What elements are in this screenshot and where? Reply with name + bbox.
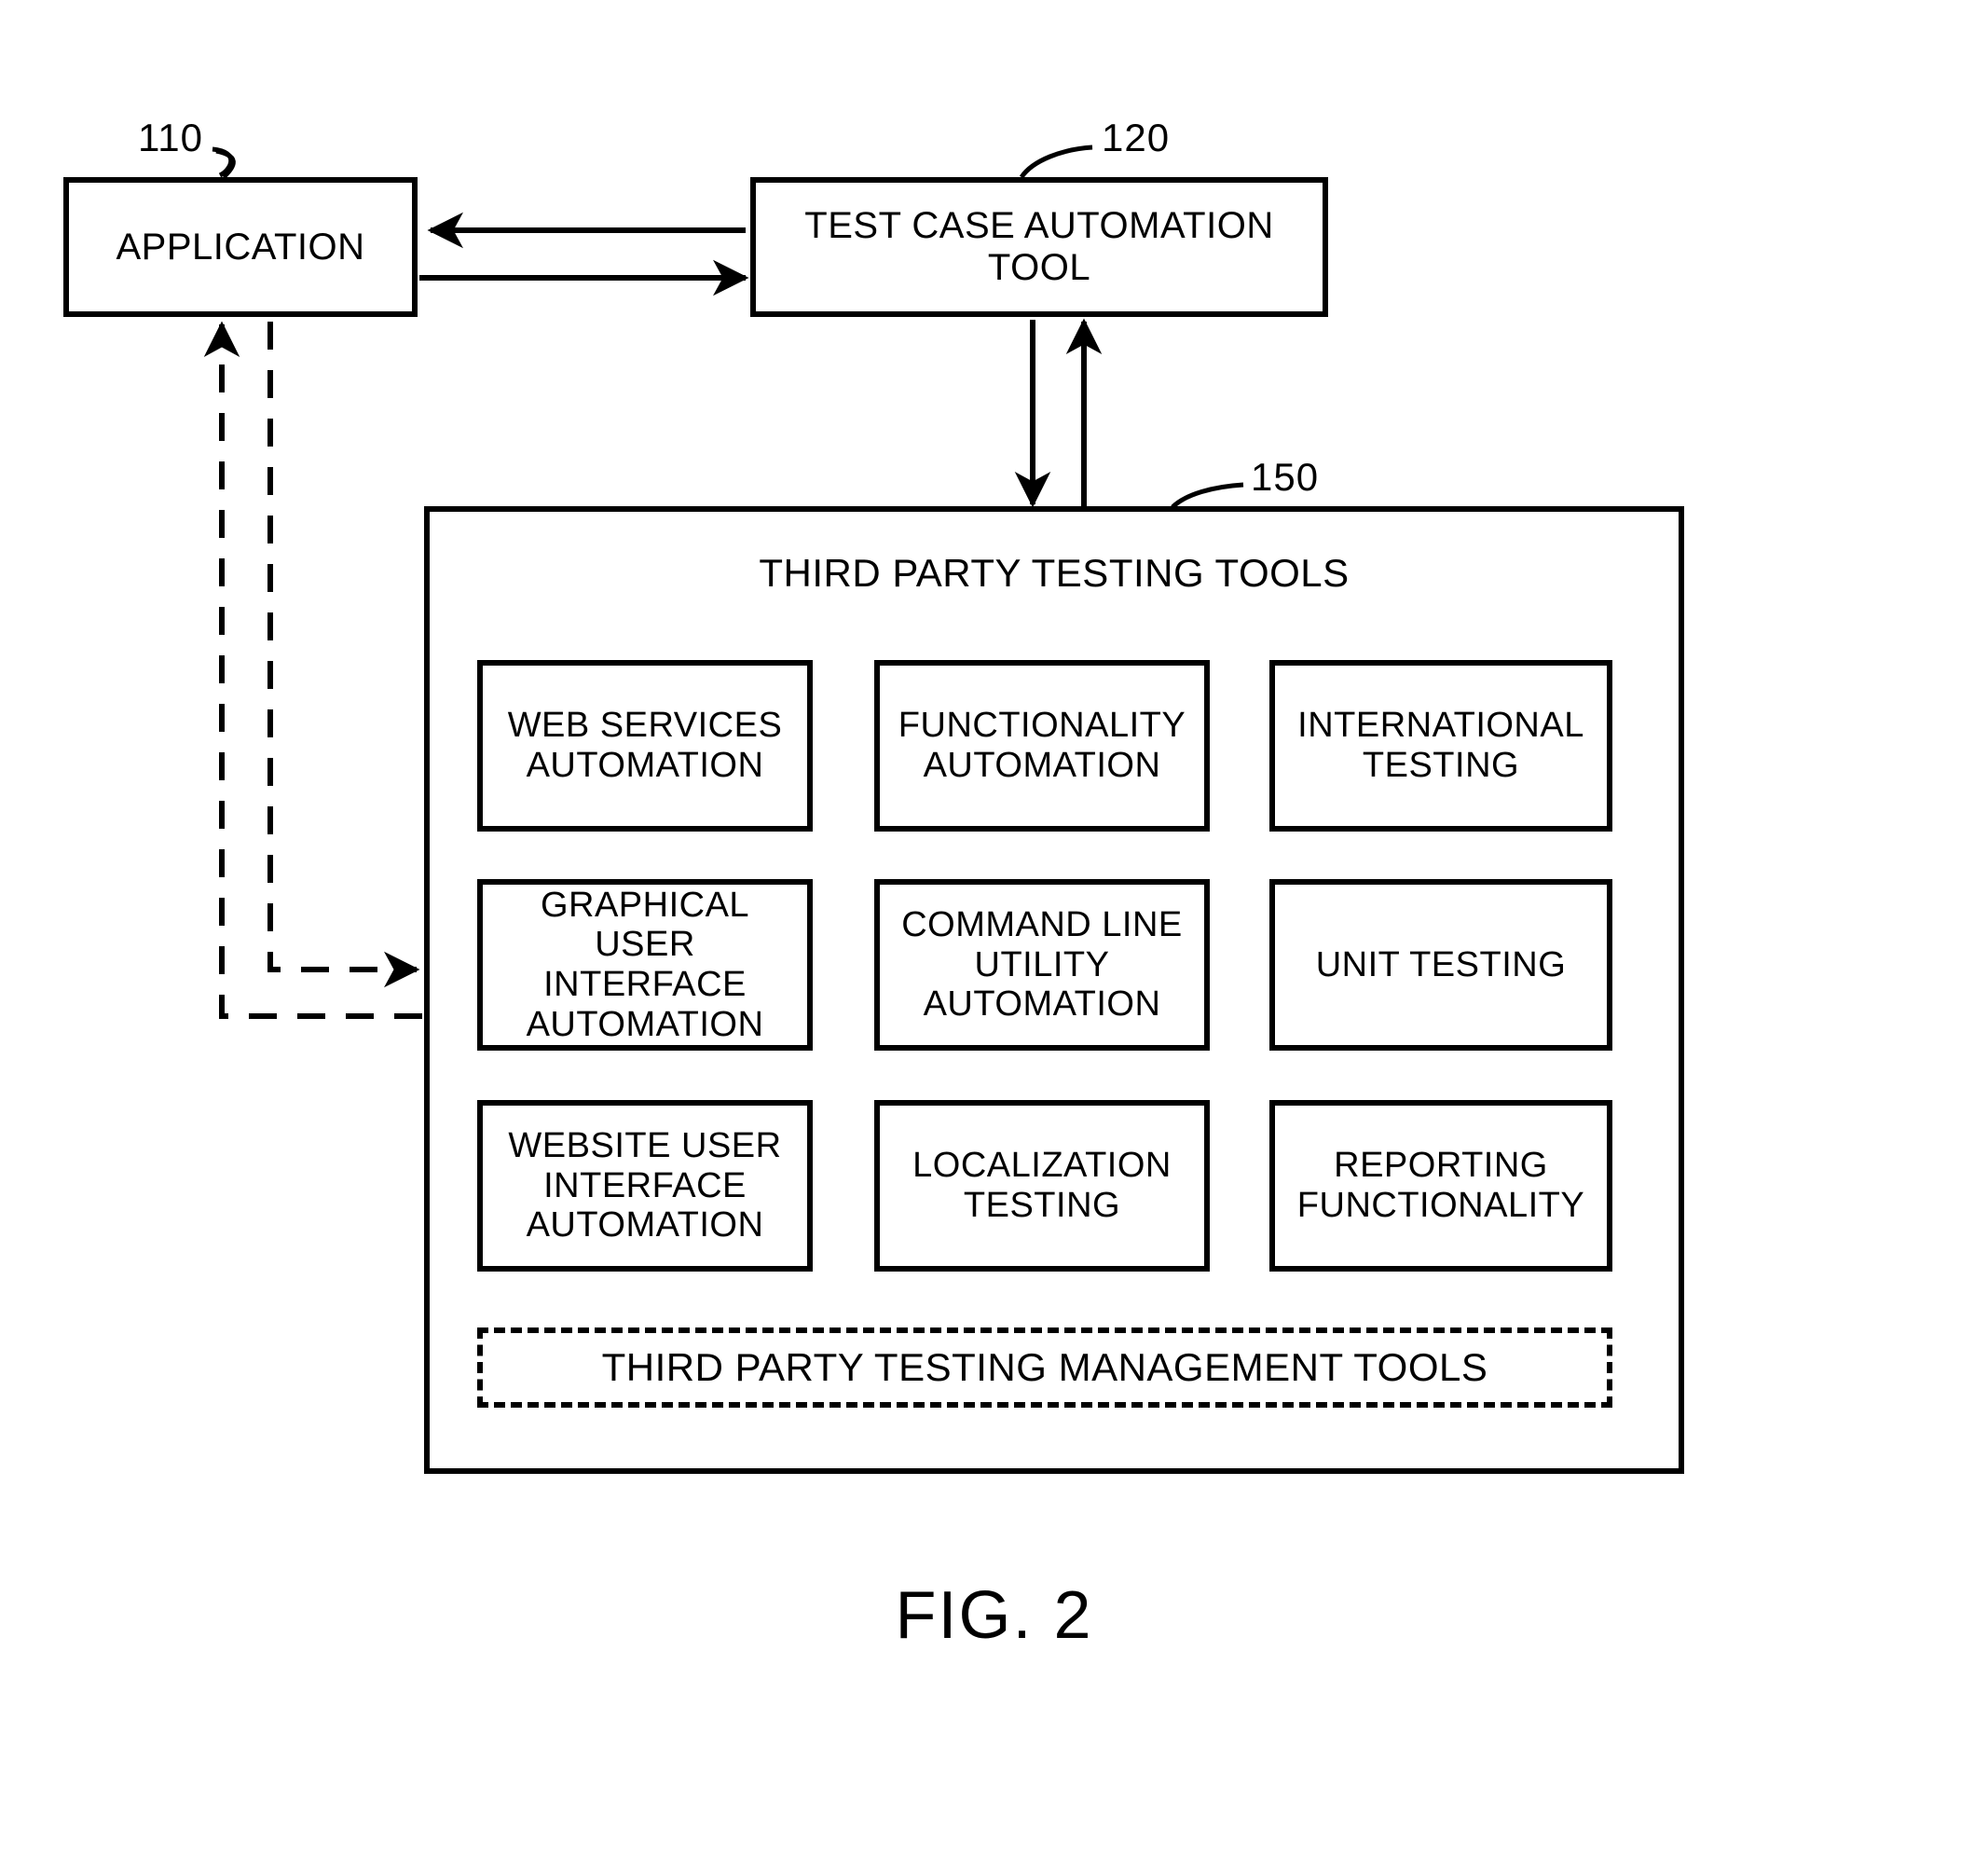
block-web-services-automation: WEB SERVICES AUTOMATION [477,660,813,832]
block-graphical-user-interface-automation-label: GRAPHICAL USER INTERFACE AUTOMATION [526,885,764,1044]
block-test-case-automation-tool-label: TEST CASE AUTOMATION TOOL [804,205,1274,288]
block-international-testing: INTERNATIONAL TESTING [1269,660,1612,832]
block-command-line-utility-automation-label: COMMAND LINE UTILITY AUTOMATION [901,905,1183,1025]
connector-third-party-to-application [203,321,422,1019]
leader-line-150 [1171,482,1244,509]
ref-numeral-110: 110 [138,116,203,159]
block-third-party-testing-management-tools-label: THIRD PARTY TESTING MANAGEMENT TOOLS [601,1345,1488,1390]
block-functionality-automation-label: FUNCTIONALITY AUTOMATION [898,706,1186,785]
block-third-party-testing-management-tools: THIRD PARTY TESTING MANAGEMENT TOOLS [477,1327,1612,1408]
block-graphical-user-interface-automation: GRAPHICAL USER INTERFACE AUTOMATION [477,879,813,1051]
block-application-label: APPLICATION [116,226,365,268]
figure-caption: FIG. 2 [895,1578,1093,1653]
block-application: APPLICATION [63,177,418,317]
block-unit-testing: UNIT TESTING [1269,879,1612,1051]
block-test-case-automation-tool: TEST CASE AUTOMATION TOOL [750,177,1328,317]
block-localization-testing-label: LOCALIZATION TESTING [912,1146,1172,1225]
block-localization-testing: LOCALIZATION TESTING [874,1100,1210,1272]
block-website-user-interface-automation-label: WEBSITE USER INTERFACE AUTOMATION [508,1126,782,1245]
block-unit-testing-label: UNIT TESTING [1315,944,1567,984]
block-reporting-functionality-label: REPORTING FUNCTIONALITY [1296,1146,1585,1225]
block-command-line-utility-automation: COMMAND LINE UTILITY AUTOMATION [874,879,1210,1051]
block-reporting-functionality: REPORTING FUNCTIONALITY [1269,1100,1612,1272]
leader-line-120 [1019,144,1093,179]
leader-curve-110 [215,148,236,179]
block-website-user-interface-automation: WEBSITE USER INTERFACE AUTOMATION [477,1100,813,1272]
patent-figure-page: 110 120 150 151 152 153 154 155 156 157 … [0,0,1988,1857]
ref-numeral-150: 150 [1251,455,1320,499]
block-international-testing-label: INTERNATIONAL TESTING [1297,706,1584,785]
block-third-party-testing-tools-label: THIRD PARTY TESTING TOOLS [759,551,1350,595]
connector-application-to-third-party [267,322,420,988]
block-web-services-automation-label: WEB SERVICES AUTOMATION [507,706,783,785]
block-functionality-automation: FUNCTIONALITY AUTOMATION [874,660,1210,832]
ref-numeral-120: 120 [1102,116,1171,159]
